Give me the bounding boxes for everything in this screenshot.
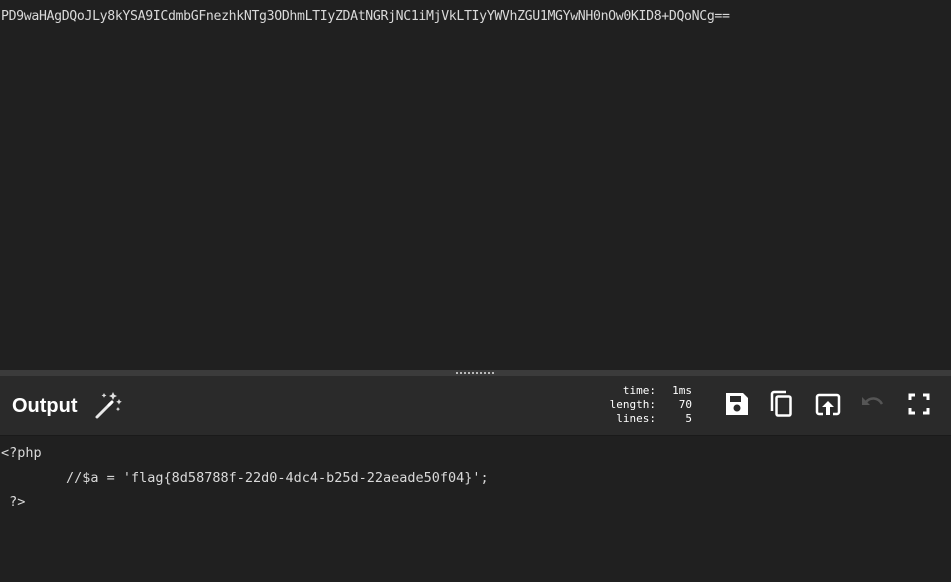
- output-line-1[interactable]: <?php: [1, 444, 42, 462]
- stat-lines: lines: 5: [590, 412, 692, 426]
- maximise-icon: [908, 393, 930, 415]
- copy-output-button[interactable]: [767, 389, 797, 419]
- copy-icon: [770, 390, 792, 417]
- magic-button[interactable]: [94, 390, 124, 420]
- save-output-button[interactable]: [722, 389, 752, 419]
- output-line-3[interactable]: ?>: [1, 493, 25, 511]
- output-stats: time: 1ms length: 70 lines: 5: [590, 384, 692, 426]
- output-line-2[interactable]: //$a = 'flag{8d58788f-22d0-4dc4-b25d-22a…: [1, 469, 489, 487]
- stat-time-value: 1ms: [672, 384, 692, 397]
- stat-length-value: 70: [678, 398, 692, 411]
- stat-length-label: length:: [609, 398, 656, 411]
- output-header: Output time: 1ms length: 70 lines: 5: [0, 376, 951, 436]
- maximise-output-button[interactable]: [904, 389, 934, 419]
- output-title: Output: [12, 395, 78, 417]
- magic-wand-icon: [95, 392, 122, 419]
- resize-grip-icon[interactable]: [456, 372, 494, 374]
- replace-input-button[interactable]: [813, 389, 843, 419]
- stat-lines-value: 5: [685, 412, 692, 425]
- stat-time-label: time:: [622, 384, 656, 397]
- stat-time: time: 1ms: [590, 384, 692, 398]
- undo-icon: [862, 397, 884, 405]
- input-pane[interactable]: PD9waHAgDQoJLy8kYSA9ICdmbGFnezhkNTg3ODhm…: [0, 0, 951, 370]
- replace-input-icon: [815, 393, 841, 416]
- output-text-area[interactable]: <?php //$a = 'flag{8d58788f-22d0-4dc4-b2…: [0, 436, 951, 582]
- undo-button[interactable]: [857, 389, 887, 419]
- save-icon: [726, 393, 748, 415]
- stat-length: length: 70: [590, 398, 692, 412]
- cyberchef-app: PD9waHAgDQoJLy8kYSA9ICdmbGFnezhkNTg3ODhm…: [0, 0, 951, 582]
- stat-lines-label: lines:: [616, 412, 656, 425]
- input-text[interactable]: PD9waHAgDQoJLy8kYSA9ICdmbGFnezhkNTg3ODhm…: [1, 8, 730, 26]
